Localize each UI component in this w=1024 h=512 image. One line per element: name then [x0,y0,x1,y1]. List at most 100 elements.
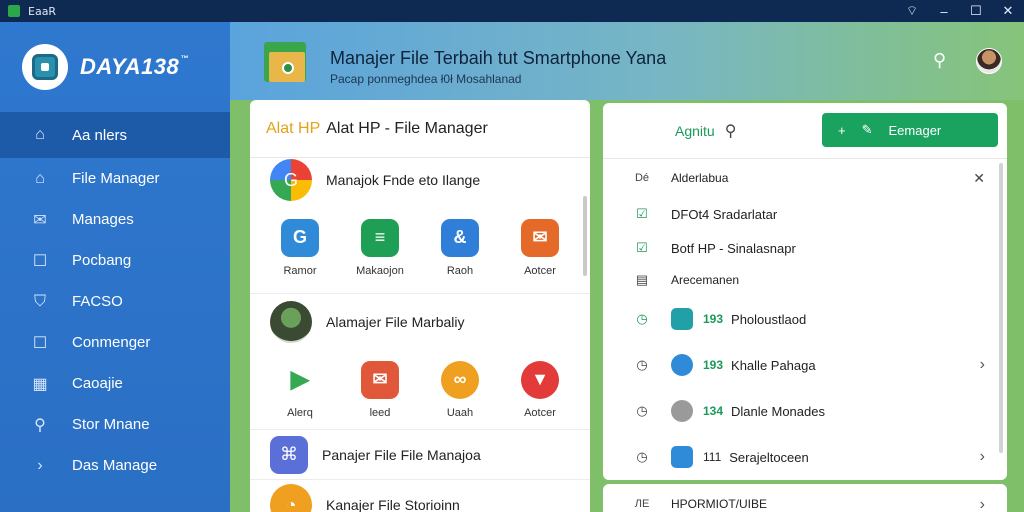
sidebar-item-conmenger[interactable]: ☐ Conmenger [0,322,230,363]
window-controls: ⌔ – ☐ ✕ [896,0,1024,22]
logo[interactable]: DAYA138™ [0,22,230,112]
grid-icon: ▦ [32,375,48,393]
app-tile[interactable]: ≡ Makaojon [352,218,408,277]
section-header[interactable]: Alamajer File Marbaliy [250,294,590,350]
list-item[interactable]: ◷ 111 Serajeltoceen › [603,435,1007,479]
sidebar-item-1[interactable]: ⌂ Aa nlers [0,112,230,158]
minimize-button[interactable]: – [928,0,960,22]
app-tile[interactable]: ✉ Aotcer [512,218,568,277]
search-icon[interactable]: ⚲ [725,121,737,141]
list-prefix: ЛЕ [634,498,650,510]
sidebar-item-label: FACSO [72,293,123,310]
chevron-right-icon[interactable]: › [980,496,985,512]
window-title: EaaR [28,4,57,18]
sidebar-item-label: Das Manage [72,457,158,474]
link-app-icon: ∞ [441,360,479,399]
page-subtitle: Pacap ponmeghdea ł0ł Mosahlanad [330,72,522,86]
section-title: Manajok Fnde eto Ilange [326,172,481,188]
list-item[interactable]: ◷ 193 Pholoustlaod [603,295,1007,343]
footer-row[interactable]: ЛЕ HPORMIOT/UIBE › [603,484,1007,512]
red-app-icon: ▼ [521,360,559,399]
app-row: G Ramor ≡ Makaojon & Raoh ✉ Aotcer [250,202,590,294]
home-icon: ⌂ [35,126,45,143]
sidebar-item-label: Caoajie [72,375,123,392]
grid-icon: ▤ [635,272,649,287]
cloud-icon [671,354,693,376]
chevron-right-icon[interactable]: › [980,356,985,374]
header: Manajer File Terbaih tut Smartphone Yana… [230,22,1024,100]
section-title: Alamajer File Marbaliy [326,314,465,330]
app-icon [8,5,20,17]
section-header[interactable]: ⌘ Panajer File File Manajoa [250,430,590,480]
plus-icon: + [838,122,846,138]
app-list-panel: Alat HP Alat HP - File Manager G Manajok… [250,100,590,512]
sidebar-nav: ⌂ Aa nlers ⌂ File Manager ✉ Manages ☐ Pocban… [0,112,230,486]
storage-icon [671,400,693,422]
edit-icon: ☑ [636,240,648,255]
panel-title: Alat HP Alat HP - File Manager [250,100,590,158]
sidebar-item-manages[interactable]: ✉ Manages [0,199,230,240]
maximize-button[interactable]: ☐ [960,0,992,22]
list-item[interactable]: ☑ DFOt4 Sradarlatar [603,197,1007,231]
square-icon: ☐ [32,334,48,352]
clock-icon: ◷ [636,357,648,372]
search-icon[interactable]: ⚲ [933,50,946,71]
app-tile[interactable]: & Raoh [432,218,488,277]
search-icon: ⚲ [34,416,46,434]
avatar[interactable] [976,48,1002,74]
chevron-right-icon: › [37,456,43,474]
list-header: Dé Alderlabua ✕ [634,169,985,187]
section-title: Kanajer File Storioinn [326,497,460,512]
search-label[interactable]: Agnitu [675,123,715,139]
mail-icon: ✉ [33,211,47,229]
page-title: Manajer File Terbaih tut Smartphone Yana [330,48,667,68]
folder-icon [671,446,693,468]
list-item[interactable]: ◷ 193 Khalle Pahaga › [603,343,1007,387]
square-icon: ☐ [32,252,48,270]
logo-text: DAYA138™ [80,54,189,79]
app-tile[interactable]: ▶ Alerq [272,360,328,419]
title-bar: EaaR ⌔ – ☐ ✕ [0,0,1024,22]
sidebar-item-label: Stor Mnane [72,416,150,433]
pencil-icon: ✎ [861,122,873,137]
app-tile[interactable]: ∞ Uaah [432,360,488,419]
sidebar-item-label: Aa nlers [72,126,128,144]
app-row: ▶ Alerq ✉ leed ∞ Uaah ▼ Aotcer [250,350,590,430]
refresh-app-icon: G [281,218,319,257]
sidebar-item-das-manage[interactable]: › Das Manage [0,445,230,486]
sidebar-item-label: Manages [72,211,134,228]
google-icon: G [270,159,312,201]
sidebar-item-facso[interactable]: ⛉ FACSO [0,281,230,322]
list-item[interactable]: ▤ Arecemanen [603,265,1007,295]
gamepad-icon: ⌘ [270,435,308,474]
clock-icon: ◷ [636,449,648,464]
sidebar-item-stor-mnane[interactable]: ⚲ Stor Mnane [0,404,230,445]
app-tile[interactable]: G Ramor [272,218,328,277]
list-item[interactable]: ☑ Botf HP - Sinalasnapr [603,231,1007,265]
close-button[interactable]: ✕ [992,0,1024,22]
sidebar: DAYA138™ ⌂ Aa nlers ⌂ File Manager ✉ Manage… [0,22,230,512]
sidebar-item-pocbang[interactable]: ☐ Pocbang [0,240,230,281]
sidebar-item-file-manager[interactable]: ⌂ File Manager [0,158,230,199]
sidebar-item-label: Conmenger [72,334,151,351]
notes-app-icon: ≡ [361,218,399,257]
file-list-panel: Agnitu ⚲ + ✎ Eemager Dé Alderlabua ✕ ☑ D… [603,103,1007,480]
close-icon[interactable]: ✕ [973,170,985,187]
scrollbar[interactable] [583,196,587,276]
shortcut-app-icon: & [441,218,479,257]
clock-icon: ◷ [636,311,648,326]
section-header[interactable]: G Manajok Fnde eto Ilange [250,158,590,202]
panel-toolbar: Agnitu ⚲ + ✎ Eemager [603,103,1007,159]
clock-icon: ◷ [636,403,648,418]
add-manager-button[interactable]: + ✎ Eemager [822,113,998,147]
app-tile[interactable]: ✉ leed [352,360,408,419]
chevron-right-icon[interactable]: › [980,448,985,466]
list-prefix: Dé [634,172,650,184]
sidebar-item-caoajie[interactable]: ▦ Caoajie [0,363,230,404]
wifi-icon: ⌔ [905,3,919,18]
app-tile[interactable]: ▼ Aotcer [512,360,568,419]
file-icon [671,308,693,330]
list-item[interactable]: ◷ 134 Dlanle Monades [603,387,1007,435]
play-store-icon: ▶ [281,360,319,399]
section-header[interactable]: ◔ Kanajer File Storioinn [250,480,590,512]
